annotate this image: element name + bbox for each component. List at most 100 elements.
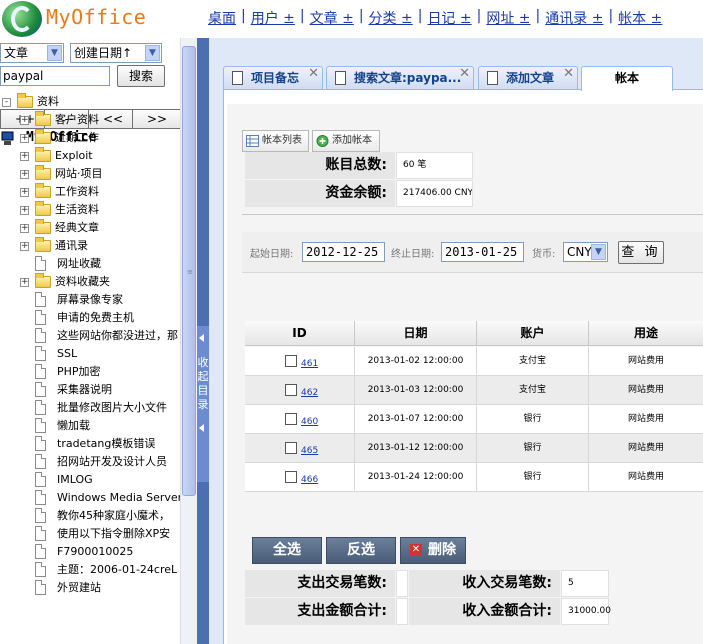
top-nav-item[interactable]: 通讯录 ± [545,8,603,28]
splitter[interactable]: 收起目录 [197,38,209,644]
tree-doc-item[interactable]: 采集器说明 [0,381,180,399]
ledger-list-button[interactable]: 帐本列表 [242,130,309,152]
row-checkbox[interactable] [285,355,297,367]
type-select[interactable]: 文章 ▼ [0,43,64,63]
delete-button[interactable]: ✕ 删除 [400,537,466,564]
cell-id: 460 [245,405,355,434]
tree-doc-item[interactable]: 主题：2006-01-24creL [0,561,180,579]
cell-date: 2013-01-02 12:00:00 [355,347,477,376]
top-nav-item[interactable]: 分类 ± [369,8,413,28]
close-icon[interactable]: ✕ [459,67,470,85]
row-checkbox[interactable] [285,384,297,396]
column-header-date[interactable]: 日期 [355,321,477,346]
column-header-account[interactable]: 账户 [477,321,589,346]
income-count-label: 收入交易笔数: [409,570,560,597]
tab-search-articles[interactable]: 搜索文章:paypa... ✕ [326,66,474,90]
row-id-link[interactable]: 461 [301,347,318,375]
tree-folder-item[interactable]: - 资料 [0,93,180,111]
tree-doc-item[interactable]: 教你45种家庭小魔术， [0,507,180,525]
sort-select[interactable]: 创建日期↑ ▼ [70,43,162,63]
table-row[interactable]: 466 2013-01-24 12:00:00 银行 网站费用 [245,463,703,492]
expand-icon[interactable]: + [20,278,29,287]
tab-add-article[interactable]: 添加文章 ✕ [478,66,578,90]
search-button[interactable]: 搜索 [117,65,165,87]
table-row[interactable]: 465 2013-01-12 12:00:00 银行 网站费用 [245,434,703,463]
tree-doc-item[interactable]: 申请的免费主机 [0,309,180,327]
top-nav-item[interactable]: 桌面 [208,8,236,28]
query-button[interactable]: 查 询 [618,241,664,264]
row-id-link[interactable]: 466 [301,463,318,491]
select-all-button[interactable]: 全选 [252,537,322,564]
tree-doc-item[interactable]: 屏幕录像专家 [0,291,180,309]
row-id-link[interactable]: 462 [301,376,318,404]
top-nav-item[interactable]: 用户 ± [251,8,295,28]
tree-doc-item[interactable]: tradetang模板错误 [0,435,180,453]
cell-account: 支付宝 [477,347,589,376]
currency-select[interactable]: CNY ▼ [563,242,608,262]
tree-doc-item[interactable]: 招网站开发及设计人员 [0,453,180,471]
add-ledger-button[interactable]: 添加帐本 [312,130,380,152]
invert-selection-button[interactable]: 反选 [326,537,396,564]
tree-folder-item[interactable]: + 近期工作 [0,129,180,147]
top-nav-item[interactable]: 日记 ± [427,8,471,28]
table-row[interactable]: 462 2013-01-03 12:00:00 支付宝 网站费用 [245,376,703,405]
tree-folder-item[interactable]: + 经典文章 [0,219,180,237]
expand-icon[interactable]: + [20,224,29,233]
tree-doc-item[interactable]: 这些网站你都没进过，那 [0,327,180,345]
tree-doc-item[interactable]: IMLOG [0,471,180,489]
expand-icon[interactable]: + [20,134,29,143]
tree-doc-item[interactable]: SSL [0,345,180,363]
start-date-input[interactable]: 2012-12-25 [302,242,385,262]
expand-icon[interactable]: + [20,206,29,215]
tree-folder-item[interactable]: + 资料收藏夹 [0,273,180,291]
tree-item-label: 客户资料 [55,113,99,126]
close-icon[interactable]: ✕ [308,67,319,85]
tree-folder-item[interactable]: + Exploit [0,147,180,165]
tab-label: 添加文章 [506,71,555,85]
tree-folder-item[interactable]: + 工作资料 [0,183,180,201]
tree-doc-item[interactable]: 网址收藏 [0,255,180,273]
currency-label: 货币: [532,249,556,260]
tree-item-label: 资料收藏夹 [55,275,110,288]
top-nav-item[interactable]: 网址 ± [486,8,530,28]
row-checkbox[interactable] [285,442,297,454]
column-header-id[interactable]: ID [245,321,355,346]
row-checkbox[interactable] [285,471,297,483]
tab-project-memo[interactable]: 项目备忘 ✕ [223,66,323,90]
row-id-link[interactable]: 465 [301,434,318,462]
stats-row-total: 支出金额合计: 收入金额合计: 31000.00 [245,598,703,625]
tree-folder-item[interactable]: + 客户资料 [0,111,180,129]
tab-ledger[interactable]: 帐本 [581,66,673,91]
row-id-link[interactable]: 460 [301,405,318,433]
tree-doc-item[interactable]: F7900010025 [0,543,180,561]
tree-doc-item[interactable]: 使用以下指令删除XP安 [0,525,180,543]
search-input[interactable]: paypal [0,66,110,86]
collapse-icon[interactable]: - [2,98,11,107]
tree-doc-item[interactable]: 批量修改图片大小文件 [0,399,180,417]
table-row[interactable]: 461 2013-01-02 12:00:00 支付宝 网站费用 [245,347,703,376]
expand-icon[interactable]: + [20,116,29,125]
tree-item-label: 工作资料 [55,185,99,198]
expand-icon[interactable]: + [20,152,29,161]
column-header-purpose[interactable]: 用途 [589,321,703,346]
expand-icon[interactable]: + [20,188,29,197]
folder-icon [35,129,51,144]
tree-folder-item[interactable]: + 网站·项目 [0,165,180,183]
row-checkbox[interactable] [285,413,297,425]
end-date-input[interactable]: 2013-01-25 [441,242,524,262]
top-nav-item[interactable]: 文章 ± [310,8,354,28]
tree-doc-item[interactable]: 懒加载 [0,417,180,435]
sidebar-scrollbar[interactable]: ≡ [180,38,197,644]
tree-doc-item[interactable]: PHP加密 [0,363,180,381]
table-row[interactable]: 460 2013-01-07 12:00:00 银行 网站费用 [245,405,703,434]
close-icon[interactable]: ✕ [563,67,574,85]
scrollbar-thumb[interactable]: ≡ [182,46,196,496]
tree-folder-item[interactable]: + 生活资料 [0,201,180,219]
add-icon [316,135,329,147]
tree-doc-item[interactable]: Windows Media Server [0,489,180,507]
tree-folder-item[interactable]: + 通讯录 [0,237,180,255]
expand-icon[interactable]: + [20,170,29,179]
tree-doc-item[interactable]: 外贸建站 [0,579,180,597]
expand-icon[interactable]: + [20,242,29,251]
top-nav-item[interactable]: 帐本 ± [618,8,662,28]
